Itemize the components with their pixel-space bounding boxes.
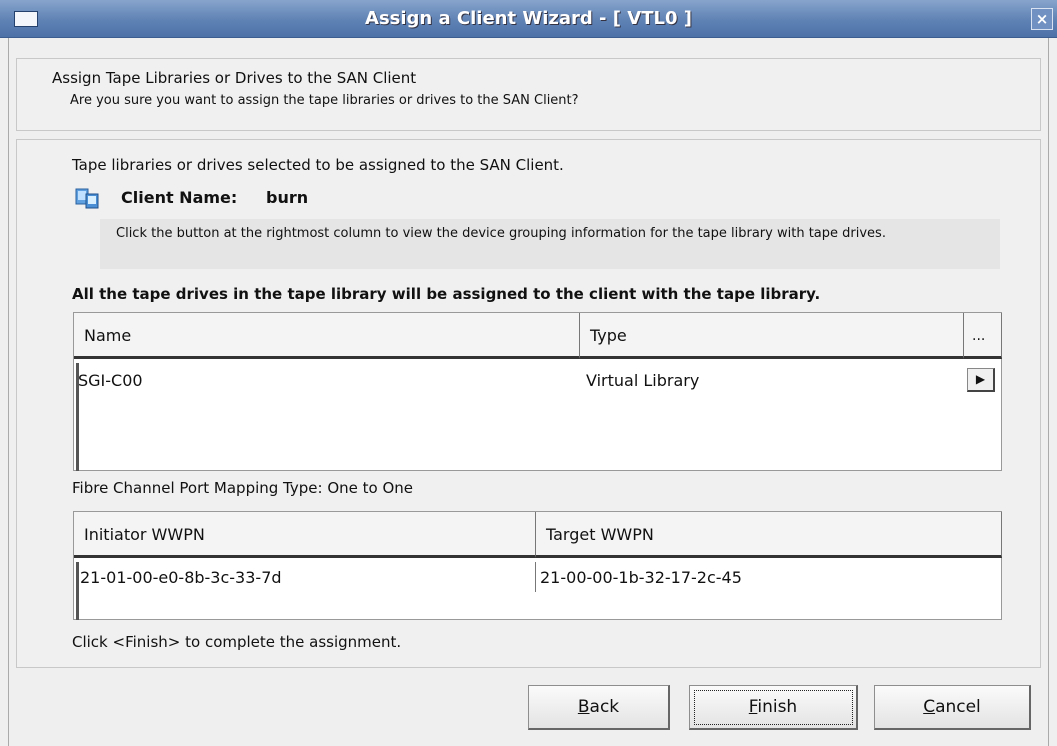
client-name-value: burn (266, 188, 309, 207)
back-label: ack (589, 697, 620, 717)
column-header-name[interactable]: Name (74, 313, 580, 359)
library-name-cell[interactable]: SGI-C00 (78, 371, 143, 390)
step-subtitle: Are you sure you want to assign the tape… (70, 93, 579, 108)
finish-label: inish (757, 697, 798, 717)
column-header-target[interactable]: Target WWPN (536, 512, 1002, 558)
cancel-label: ancel (935, 697, 981, 717)
window-title: Assign a Client Wizard - [ VTL0 ] (365, 8, 692, 29)
cancel-mnemonic: C (923, 697, 936, 717)
play-arrow-icon[interactable]: ▶ (967, 368, 995, 392)
finish-instruction: Click <Finish> to complete the assignmen… (72, 633, 402, 651)
initiator-wwpn-cell[interactable]: 21-01-00-e0-8b-3c-33-7d (80, 568, 282, 587)
library-type-cell[interactable]: Virtual Library (586, 371, 699, 390)
title-bar[interactable]: Assign a Client Wizard - [ VTL0 ] × (0, 0, 1057, 38)
table-row-edge (76, 562, 79, 620)
info-text: Click the button at the rightmost column… (116, 226, 886, 241)
intro-text: Tape libraries or drives selected to be … (72, 156, 564, 174)
target-wwpn-cell[interactable]: 21-00-00-1b-32-17-2c-45 (540, 568, 742, 587)
wwpn-table[interactable]: Initiator WWPN Target WWPN 21-01-00-e0-8… (73, 511, 1002, 620)
fc-mapping-label: Fibre Channel Port Mapping Type: One to … (72, 479, 414, 497)
back-button[interactable]: Back (528, 685, 670, 730)
assignment-note: All the tape drives in the tape library … (72, 285, 821, 303)
client-computer-icon (75, 188, 99, 209)
cancel-button[interactable]: Cancel (874, 685, 1031, 730)
cell-divider (535, 562, 536, 592)
column-header-options[interactable]: ... (964, 313, 1002, 359)
column-header-type[interactable]: Type (580, 313, 964, 359)
close-button[interactable]: × (1031, 8, 1053, 30)
step-title: Assign Tape Libraries or Drives to the S… (52, 69, 417, 87)
back-mnemonic: B (577, 697, 590, 717)
finish-button[interactable]: Finish (689, 685, 858, 730)
column-header-initiator[interactable]: Initiator WWPN (74, 512, 536, 558)
client-name-label: Client Name: (121, 188, 238, 207)
library-table[interactable]: Name Type ... SGI-C00 Virtual Library ▶ (73, 312, 1002, 471)
wizard-window: Assign a Client Wizard - [ VTL0 ] × Assi… (0, 0, 1057, 746)
